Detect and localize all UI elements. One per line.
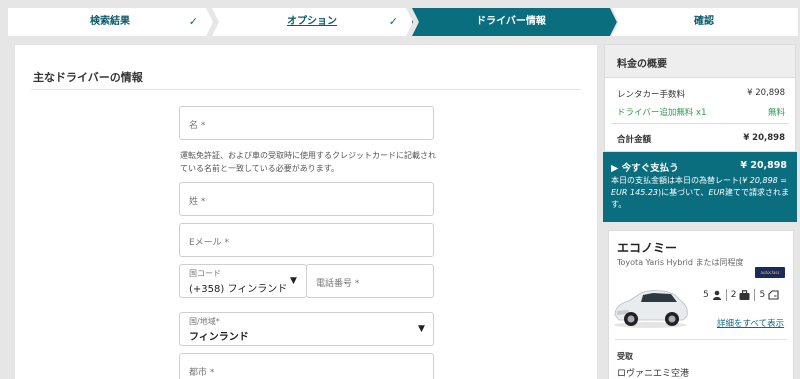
last-name-placeholder: 姓 * [189,197,206,207]
supplier-logo: autoclass [755,267,785,278]
rental-fee-value: ¥ 20,898 [747,88,785,98]
chevron-down-icon: ▼ [290,276,297,286]
step-options[interactable]: オプション ✓ [212,8,412,36]
car-card: エコノミー Toyota Yaris Hybrid または同程度 autocla… [608,230,794,379]
show-all-details-link[interactable]: 詳細をすべて表示 [717,317,784,329]
first-name-input[interactable]: 名 * [179,106,434,140]
price-summary: 料金の概要 レンタカー手数料 ¥ 20,898 ドライバー追加無料 x1 無料 … [604,44,796,152]
step-chevron-icon [406,8,420,36]
check-icon: ✓ [388,15,398,28]
desc-text: )に基づいて、 [658,188,709,197]
rental-fee-label: レンタカー手数料 [617,90,686,100]
divider [754,289,756,301]
chevron-down-icon: ▼ [418,324,425,334]
step-label: オプション [287,16,337,27]
pay-now-description: 本日の支払金額は本日の為替レート(¥ 20,898 = EUR 145.23)に… [611,175,795,211]
region-select[interactable]: 国/地域* フィンランド ▼ [179,312,434,346]
car-image [614,290,688,328]
city-placeholder: 都市 * [189,368,215,378]
checkout-stepper: 検索結果 ✓ オプション ✓ ドライバー情報 確認 [8,8,798,36]
name-help-text: 運転免許証、および車の受取時に使用するクレジットカードに記載されている名前と一致… [180,151,436,173]
summary-header: 料金の概要 [605,45,795,78]
summary-title: 料金の概要 [617,59,667,70]
check-icon: ✓ [188,15,198,28]
divider [725,289,727,301]
region-label: 国/地域* [189,317,220,326]
car-class: エコノミー [617,241,678,255]
step-chevron-icon [604,8,618,36]
divider [615,339,787,340]
city-input[interactable]: 都市 * [179,353,434,379]
step-label: ドライバー情報 [476,16,546,27]
pickup-label: 受取 [617,352,633,361]
supplier-logo-text: autoclass [760,270,780,275]
pay-now-title: 今すぐ支払う [621,163,679,174]
pay-now-title-row: ▶ 今すぐ支払う [611,160,679,174]
phone-placeholder: 電話番号 * [316,279,360,289]
first-name-placeholder: 名 * [189,121,206,131]
phone-input[interactable]: 電話番号 * [306,264,434,298]
car-specs: 5 2 5 [703,289,779,301]
extra-driver-value: 無料 [767,108,785,118]
step-confirm: 確認 [610,8,798,36]
email-input[interactable]: Eメール * [179,223,434,257]
country-code-label: 国コード [189,269,221,278]
suitcase-icon [739,290,750,300]
divider [31,89,581,90]
pickup-location: ロヴァニエミ空港 [617,369,690,379]
country-code-value: (+358) フィンランド [189,284,288,295]
form-title: 主なドライバーの情報 [33,71,143,84]
car-door-icon [768,290,779,300]
bags-count: 2 [730,290,737,300]
divider [611,123,789,124]
country-code-select[interactable]: 国コード (+358) フィンランド ▼ [179,264,307,298]
step-search-results[interactable]: 検索結果 ✓ [8,8,212,36]
total-label: 合計金額 [617,135,652,145]
passenger-icon [712,290,721,300]
desc-text: 本日の支払金額は本日の為替レート( [611,176,743,185]
pay-now-box: ▶ 今すぐ支払う ¥ 20,898 本日の支払金額は本日の為替レート(¥ 20,… [603,152,797,222]
step-label: 検索結果 [90,16,130,27]
seats-count: 5 [703,290,709,300]
email-placeholder: Eメール * [189,238,230,248]
last-name-input[interactable]: 姓 * [179,182,434,216]
extra-driver-label: ドライバー追加無料 x1 [617,108,707,118]
step-driver-info: ドライバー情報 [412,8,610,36]
doors-count: 5 [759,290,766,300]
currency-code: EUR [708,188,725,197]
car-model: Toyota Yaris Hybrid または同程度 [617,258,744,267]
pay-now-amount: ¥ 20,898 [740,160,787,171]
step-label: 確認 [694,16,714,27]
caret-right-icon: ▶ [611,163,619,174]
total-value: ¥ 20,898 [743,133,785,143]
step-chevron-icon [206,8,219,36]
region-value: フィンランド [189,332,249,343]
